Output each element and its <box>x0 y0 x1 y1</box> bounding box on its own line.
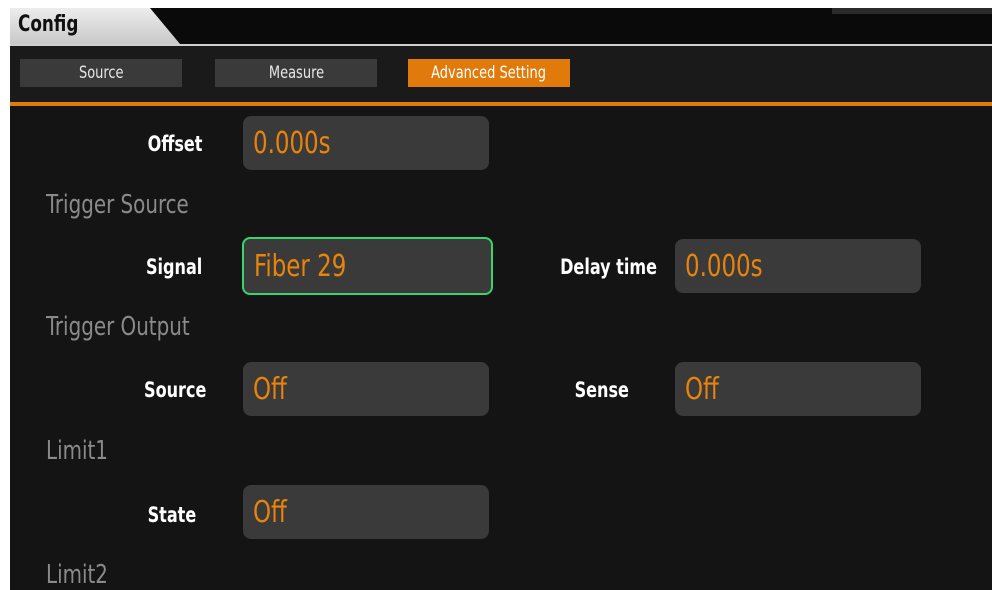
output-source-label: Source <box>143 378 206 402</box>
tab-advanced-setting[interactable]: Advanced Setting <box>408 59 570 87</box>
signal-value: Fiber 29 <box>254 248 347 284</box>
offset-label: Offset <box>147 132 202 156</box>
limit1-state-value: Off <box>253 494 287 530</box>
tab-bar: Source Measure Advanced Setting <box>10 46 992 102</box>
tab-source-label: Source <box>78 63 124 83</box>
output-source-value: Off <box>253 371 287 407</box>
title-bar: Config <box>10 8 992 44</box>
delay-time-value: 0.000s <box>685 248 763 284</box>
tab-advanced-setting-label: Advanced Setting <box>431 63 547 83</box>
limit2-heading: Limit2 <box>46 560 108 590</box>
trigger-source-heading: Trigger Source <box>46 190 189 220</box>
delay-time-label: Delay time <box>560 255 657 279</box>
sense-field[interactable]: Off <box>675 362 921 416</box>
status-strip <box>832 8 992 14</box>
offset-field[interactable]: 0.000s <box>243 116 489 170</box>
output-source-field[interactable]: Off <box>243 362 489 416</box>
tab-source[interactable]: Source <box>20 59 182 87</box>
limit1-heading: Limit1 <box>46 436 108 466</box>
config-title-tab[interactable]: Config <box>10 8 180 44</box>
limit1-state-field[interactable]: Off <box>243 485 489 539</box>
delay-time-field[interactable]: 0.000s <box>675 239 921 293</box>
tab-measure-label: Measure <box>268 63 324 83</box>
trigger-output-heading: Trigger Output <box>46 312 190 342</box>
offset-value: 0.000s <box>253 125 331 161</box>
sense-value: Off <box>685 371 719 407</box>
tab-measure[interactable]: Measure <box>215 59 377 87</box>
settings-panel[interactable]: Offset 0.000s Trigger Source Signal Fibe… <box>10 106 992 590</box>
window-title: Config <box>18 12 79 37</box>
config-screen: Config Source Measure Advanced Setting O… <box>10 8 992 590</box>
signal-field[interactable]: Fiber 29 <box>242 237 493 295</box>
state-label: State <box>147 503 196 527</box>
sense-label: Sense <box>574 378 629 402</box>
signal-label: Signal <box>145 255 202 279</box>
